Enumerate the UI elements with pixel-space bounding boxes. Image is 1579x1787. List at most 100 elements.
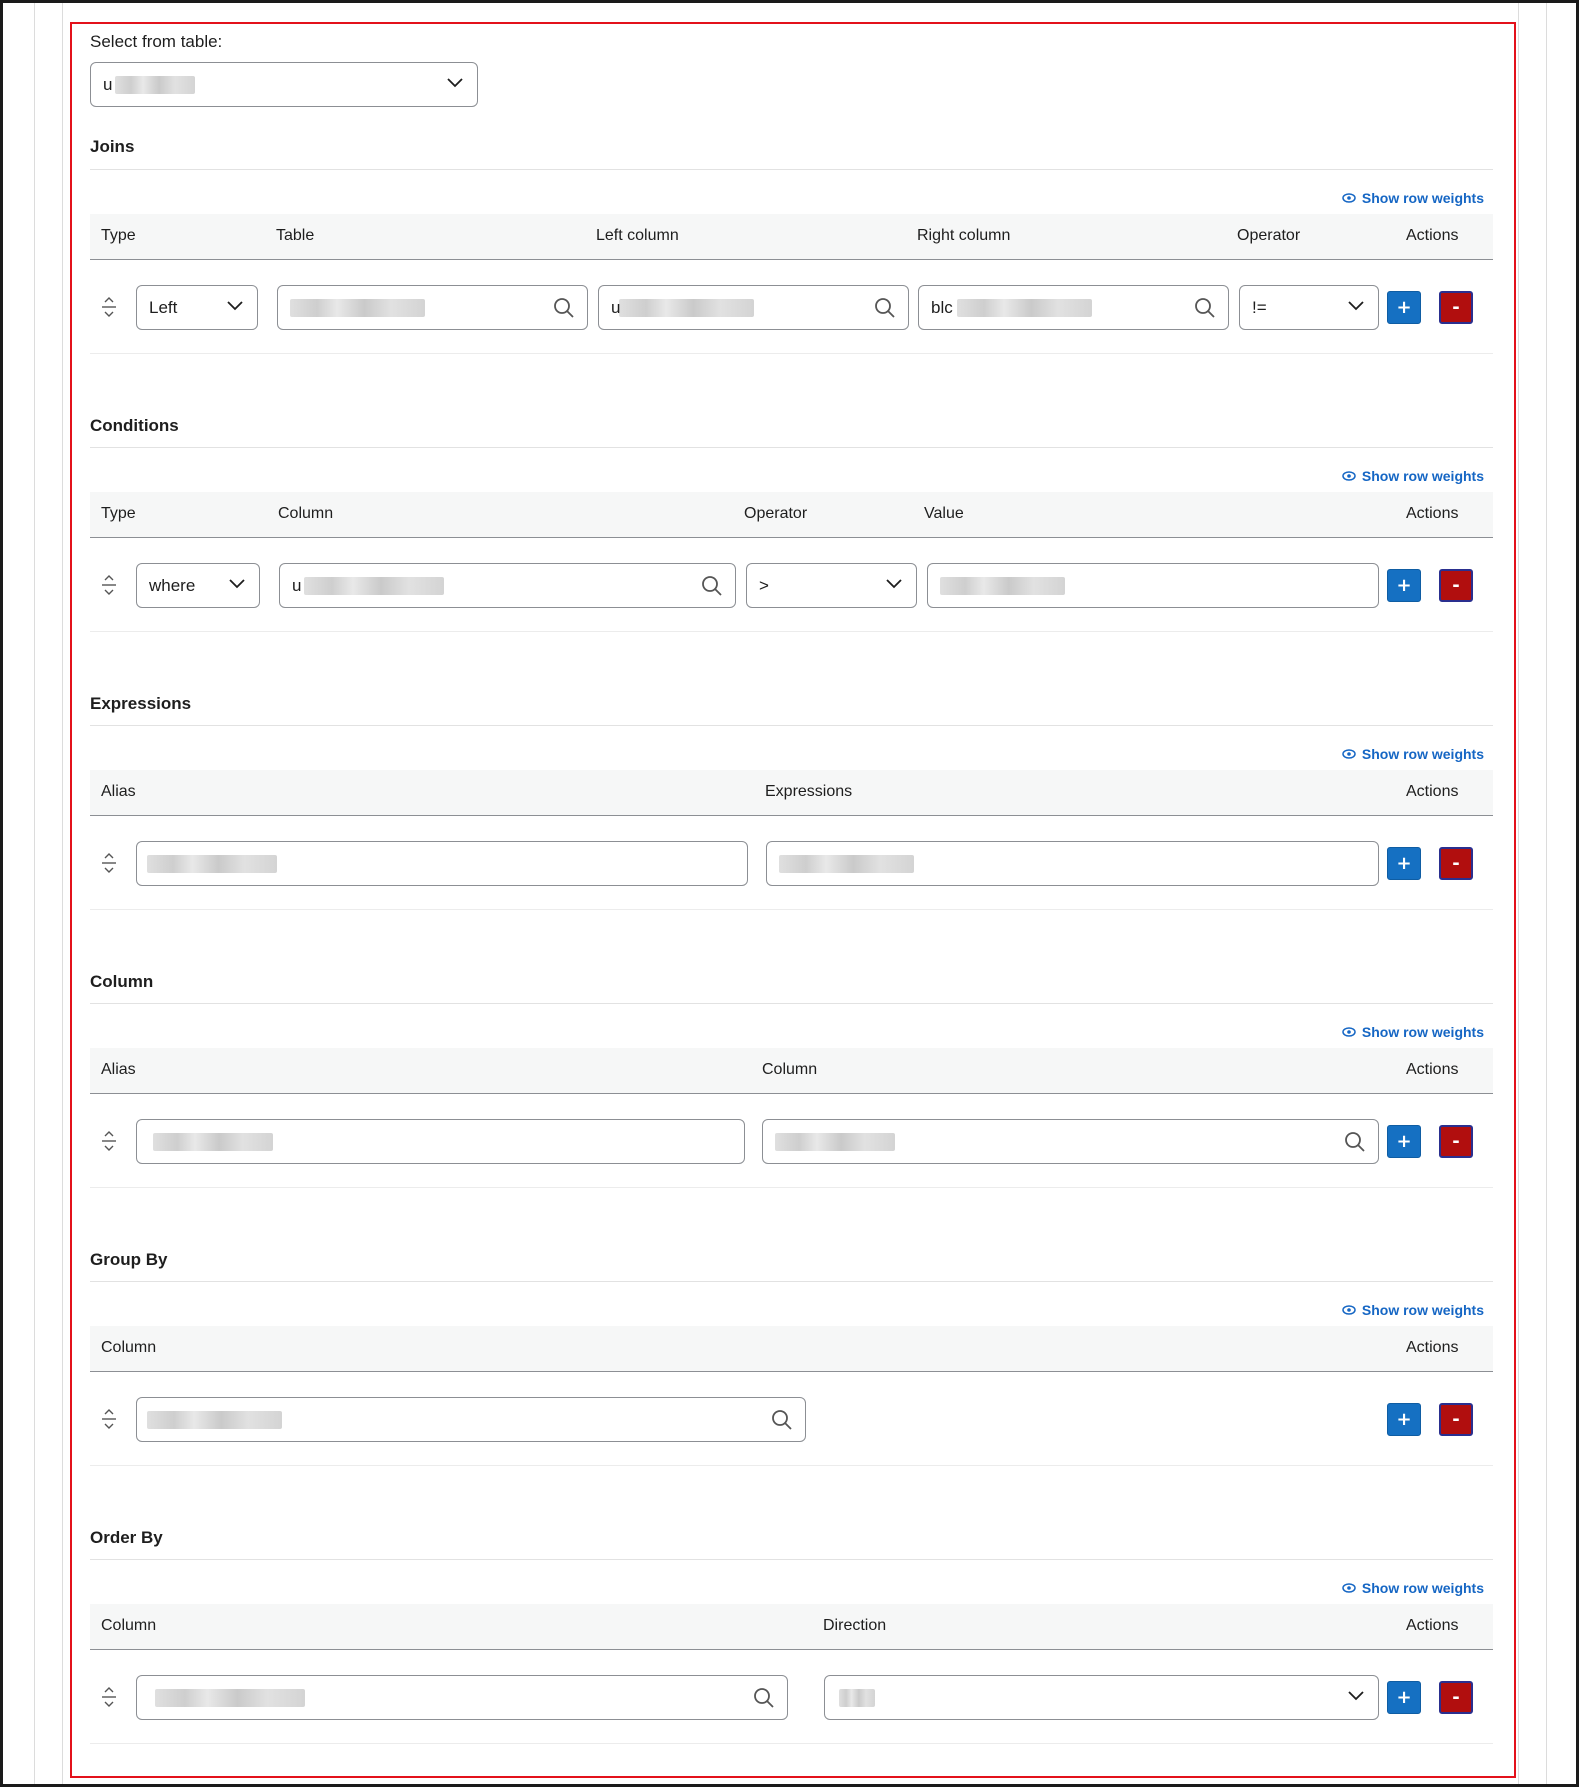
condition-operator-value: >: [759, 575, 769, 595]
redacted-text: [153, 1133, 273, 1151]
redacted-text: [839, 1689, 875, 1707]
join-right-column-search[interactable]: blc: [918, 285, 1229, 330]
drag-handle-icon[interactable]: [100, 1408, 118, 1430]
order-by-header-direction: Direction: [823, 1617, 887, 1634]
select-from-table-dropdown[interactable]: u: [90, 62, 478, 107]
layout-guide: [1546, 3, 1547, 1784]
expressions-table-header: Alias Expressions Actions: [90, 770, 1493, 816]
condition-remove-row-button[interactable]: -: [1439, 569, 1473, 602]
layout-guide: [1518, 3, 1519, 1784]
drag-handle-icon[interactable]: [100, 574, 118, 596]
joins-title: Joins: [90, 137, 135, 156]
joins-header-right-column: Right column: [917, 227, 1011, 244]
column-remove-row-button[interactable]: -: [1439, 1125, 1473, 1158]
order-by-header-column: Column: [101, 1617, 157, 1634]
join-operator-value: !=: [1252, 297, 1267, 317]
conditions-header-operator: Operator: [744, 505, 808, 522]
conditions-header-actions: Actions: [1406, 505, 1459, 522]
order-by-direction-select[interactable]: [824, 1675, 1379, 1720]
expressions-header-expressions: Expressions: [765, 783, 853, 800]
search-icon: [772, 1410, 792, 1430]
column-add-row-button[interactable]: +: [1387, 1125, 1421, 1158]
search-icon: [1345, 1132, 1365, 1152]
select-from-table-label: Select from table:: [90, 32, 223, 51]
expression-remove-row-button[interactable]: -: [1439, 847, 1473, 880]
condition-column-value: u: [292, 575, 302, 595]
drag-handle-icon[interactable]: [100, 852, 118, 874]
order-by-add-row-button[interactable]: +: [1387, 1681, 1421, 1714]
redacted-text: [304, 577, 444, 595]
eye-icon: [1342, 749, 1356, 759]
order-by-show-row-weights[interactable]: Show row weights: [1342, 1580, 1484, 1596]
group-by-remove-row-button[interactable]: -: [1439, 1403, 1473, 1436]
group-by-column-search[interactable]: [136, 1397, 806, 1442]
group-by-divider: [90, 1281, 1493, 1282]
drag-handle-icon[interactable]: [100, 1130, 118, 1152]
redacted-text: [155, 1689, 305, 1707]
expressions-divider: [90, 725, 1493, 726]
group-by-show-row-weights[interactable]: Show row weights: [1342, 1302, 1484, 1318]
join-operator-select[interactable]: !=: [1239, 285, 1379, 330]
join-left-column-value: u: [611, 297, 621, 317]
drag-handle-icon[interactable]: [100, 296, 118, 318]
redacted-text: [775, 1133, 895, 1151]
chevron-down-icon: [447, 78, 463, 88]
column-show-row-weights[interactable]: Show row weights: [1342, 1024, 1484, 1040]
column-table-header: Alias Column Actions: [90, 1048, 1493, 1094]
redacted-text: [147, 1411, 282, 1429]
expressions-header-actions: Actions: [1406, 783, 1459, 800]
redacted-text: [619, 299, 754, 317]
column-column-search[interactable]: [762, 1119, 1379, 1164]
group-by-add-row-button[interactable]: +: [1387, 1403, 1421, 1436]
order-by-row-divider: [90, 1743, 1493, 1744]
redacted-text: [940, 577, 1065, 595]
joins-header-left-column: Left column: [596, 227, 679, 244]
conditions-table-header: Type Column Operator Value Actions: [90, 492, 1493, 538]
column-header-alias: Alias: [101, 1061, 136, 1078]
condition-type-value: where: [149, 575, 196, 595]
expressions-row-divider: [90, 909, 1493, 910]
expression-alias-input[interactable]: [136, 841, 748, 886]
show-row-weights-label: Show row weights: [1361, 190, 1484, 206]
eye-icon: [1342, 1583, 1356, 1593]
expressions-title: Expressions: [90, 694, 192, 713]
condition-type-select[interactable]: where: [136, 563, 260, 608]
eye-icon: [1342, 1305, 1356, 1315]
expression-input[interactable]: [766, 841, 1379, 886]
conditions-header-value: Value: [924, 505, 964, 522]
order-by-table-header: Column Direction Actions: [90, 1604, 1493, 1650]
order-by-column-search[interactable]: [136, 1675, 788, 1720]
search-icon: [554, 298, 574, 318]
condition-value-input[interactable]: [927, 563, 1379, 608]
joins-show-row-weights[interactable]: Show row weights: [1342, 190, 1484, 206]
redacted-text: [779, 855, 914, 873]
column-row-divider: [90, 1187, 1493, 1188]
column-alias-input[interactable]: [136, 1119, 745, 1164]
join-table-search[interactable]: [277, 285, 588, 330]
query-builder-panel: Select from table: u Joins Show row weig…: [70, 22, 1516, 1778]
joins-table-header: Type Table Left column Right column Oper…: [90, 214, 1493, 260]
condition-column-search[interactable]: u: [279, 563, 736, 608]
chevron-down-icon: [229, 579, 245, 589]
join-left-column-search[interactable]: u: [598, 285, 909, 330]
column-title: Column: [90, 972, 154, 991]
join-add-row-button[interactable]: +: [1387, 291, 1421, 324]
column-header-actions: Actions: [1406, 1061, 1459, 1078]
group-by-title: Group By: [90, 1250, 168, 1269]
column-divider: [90, 1003, 1493, 1004]
drag-handle-icon[interactable]: [100, 1686, 118, 1708]
condition-add-row-button[interactable]: +: [1387, 569, 1421, 602]
order-by-remove-row-button[interactable]: -: [1439, 1681, 1473, 1714]
expression-add-row-button[interactable]: +: [1387, 847, 1421, 880]
joins-header-table: Table: [276, 227, 315, 244]
show-row-weights-label: Show row weights: [1361, 468, 1484, 484]
conditions-show-row-weights[interactable]: Show row weights: [1342, 468, 1484, 484]
join-type-select[interactable]: Left: [136, 285, 258, 330]
conditions-row-divider: [90, 631, 1493, 632]
expressions-show-row-weights[interactable]: Show row weights: [1342, 746, 1484, 762]
join-remove-row-button[interactable]: -: [1439, 291, 1473, 324]
group-by-header-actions: Actions: [1406, 1339, 1459, 1356]
condition-operator-select[interactable]: >: [746, 563, 917, 608]
joins-divider: [90, 169, 1493, 170]
conditions-title: Conditions: [90, 416, 179, 435]
